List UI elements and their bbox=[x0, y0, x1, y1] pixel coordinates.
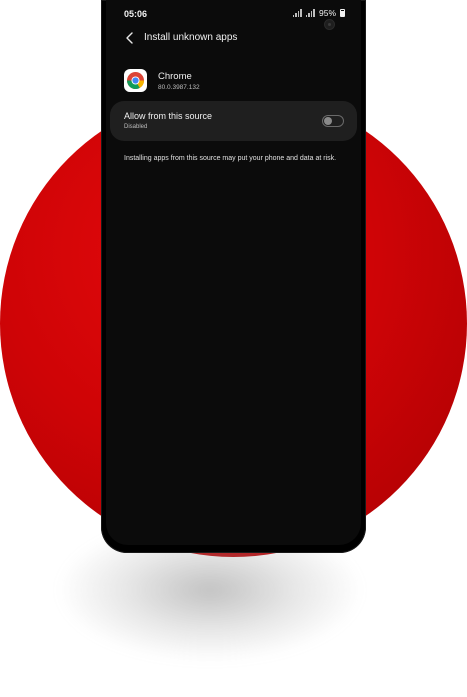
back-arrow-icon[interactable] bbox=[124, 31, 136, 45]
battery-percent: 95% bbox=[318, 8, 336, 18]
phone-screen: 05:06 95% Install unknown apps Chrome 80… bbox=[106, 0, 361, 545]
signal-icon bbox=[292, 9, 302, 17]
warning-text: Installing apps from this source may put… bbox=[124, 155, 337, 162]
status-time: 05:06 bbox=[124, 9, 148, 19]
app-info: Chrome 80.0.3987.132 bbox=[106, 67, 361, 97]
promo-stage: 05:06 95% Install unknown apps Chrome 80… bbox=[0, 0, 467, 697]
signal-icon bbox=[305, 9, 315, 17]
app-version: 80.0.3987.132 bbox=[158, 84, 200, 91]
battery-icon bbox=[340, 9, 345, 17]
allow-setting-label: Allow from this source bbox=[124, 111, 213, 121]
app-name: Chrome bbox=[158, 71, 192, 82]
page-title: Install unknown apps bbox=[144, 32, 238, 43]
status-bar: 05:06 95% bbox=[106, 0, 361, 28]
allow-from-source-setting[interactable]: Allow from this source Disabled bbox=[110, 101, 357, 141]
phone-frame: 05:06 95% Install unknown apps Chrome 80… bbox=[101, 0, 366, 553]
page-header: Install unknown apps bbox=[106, 28, 361, 50]
toggle-knob bbox=[324, 117, 332, 125]
allow-setting-status: Disabled bbox=[124, 124, 148, 130]
status-icons: 95% bbox=[292, 8, 345, 18]
allow-toggle-switch[interactable] bbox=[322, 115, 344, 127]
chrome-icon bbox=[124, 69, 147, 92]
